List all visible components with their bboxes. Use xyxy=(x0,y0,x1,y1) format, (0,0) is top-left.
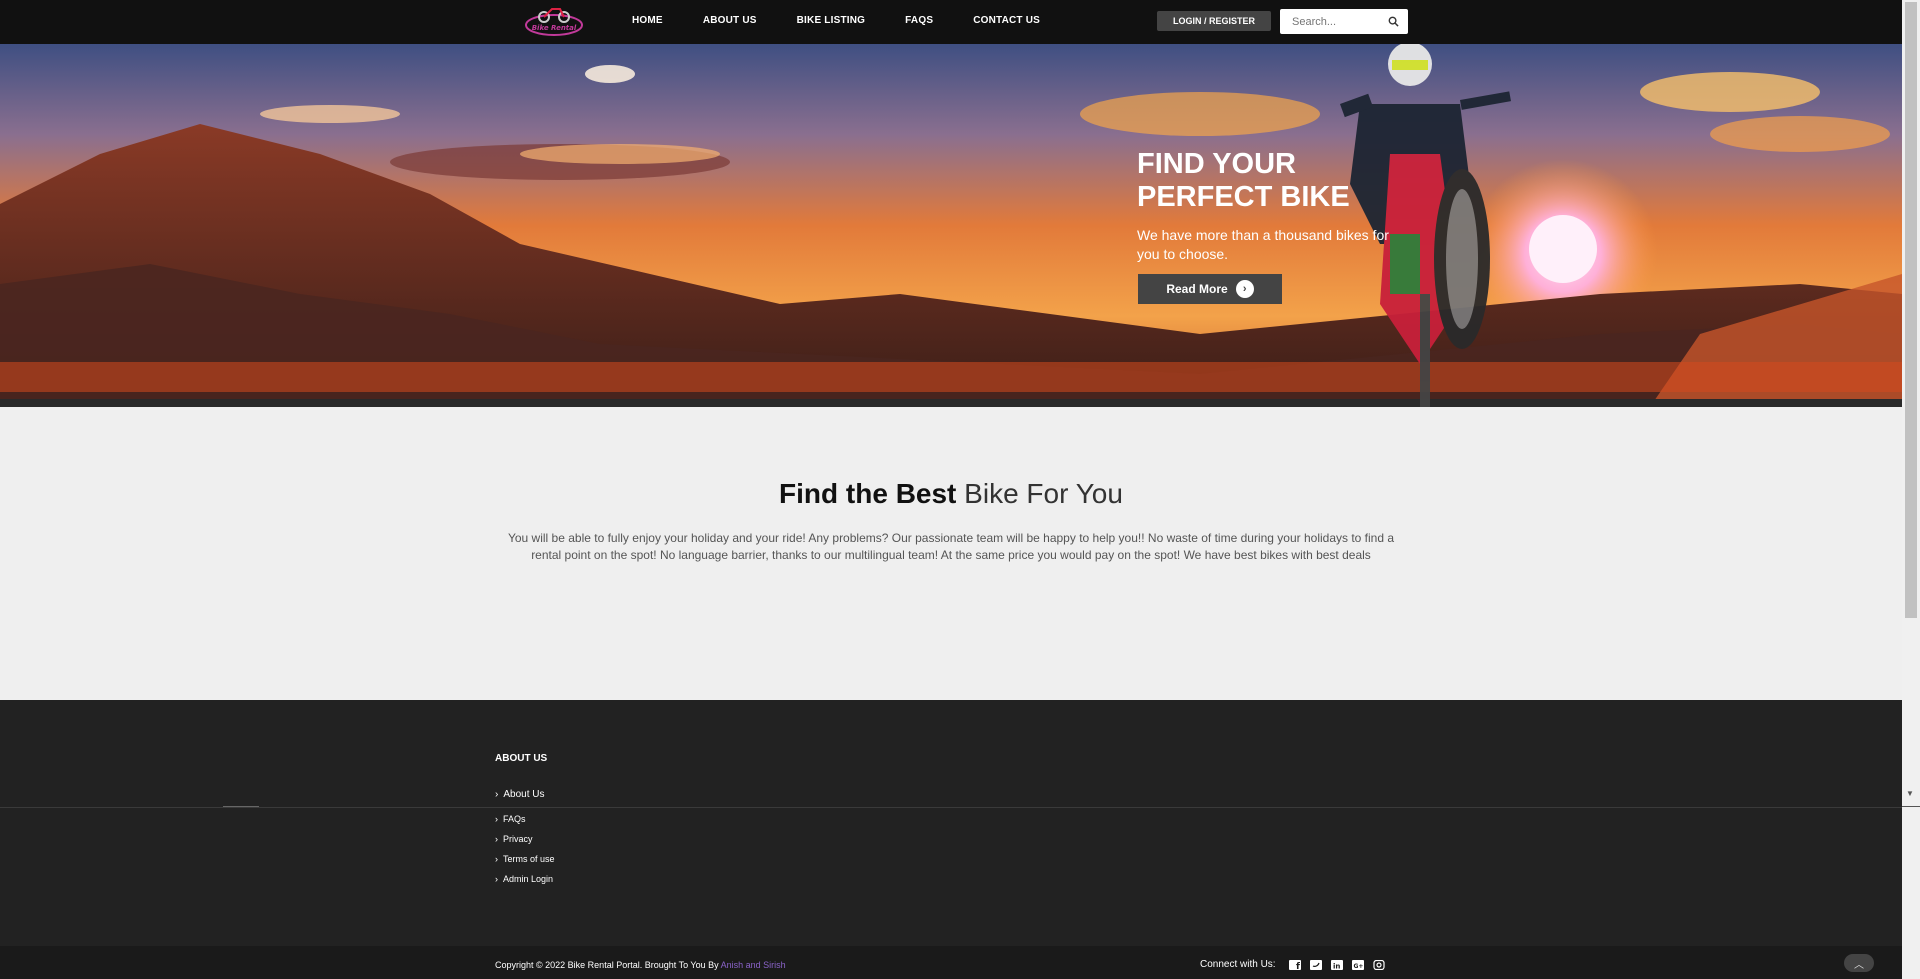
footer: ABOUT US About Us FAQs Privacy Terms of … xyxy=(0,700,1902,946)
section-title-light: Bike For You xyxy=(964,478,1123,509)
section-description: You will be able to fully enjoy your hol… xyxy=(507,531,1395,562)
copyright: Copyright © 2022 Bike Rental Portal. Bro… xyxy=(495,960,786,970)
login-register-button[interactable]: LOGIN / REGISTER xyxy=(1157,11,1271,31)
footer-divider-accent xyxy=(223,806,259,807)
footer-bottom-bar: Copyright © 2022 Bike Rental Portal. Bro… xyxy=(0,946,1902,979)
hero-banner: FIND YOUR PERFECT BIKE We have more than… xyxy=(0,44,1902,407)
footer-link-faqs[interactable]: FAQs xyxy=(495,814,555,826)
copyright-text: Copyright © 2022 Bike Rental Portal. Bro… xyxy=(495,960,719,970)
logo[interactable]: Bike Rental xyxy=(522,3,586,39)
nav-home[interactable]: HOME xyxy=(632,15,663,26)
search-icon[interactable] xyxy=(1388,16,1399,27)
nav-about-us[interactable]: ABOUT US xyxy=(703,15,757,26)
footer-links: About Us FAQs Privacy Terms of use Admin… xyxy=(495,789,555,894)
read-more-button[interactable]: Read More › xyxy=(1138,274,1282,304)
footer-link-about-us[interactable]: About Us xyxy=(495,789,555,801)
nav-faqs[interactable]: FAQS xyxy=(905,15,933,26)
back-to-top-button[interactable]: ︿ xyxy=(1844,954,1874,972)
google-plus-icon[interactable]: G+ xyxy=(1351,959,1364,970)
read-more-label: Read More xyxy=(1166,282,1228,296)
arrow-circle-icon: › xyxy=(1235,280,1254,298)
connect-label: Connect with Us: xyxy=(1200,959,1276,970)
linkedin-icon[interactable]: in xyxy=(1330,959,1343,970)
nav-menu: HOME ABOUT US BIKE LISTING FAQS CONTACT … xyxy=(632,0,1080,40)
scrollbar-thumb[interactable] xyxy=(1905,2,1917,618)
search-box xyxy=(1280,9,1408,34)
twitter-icon[interactable] xyxy=(1309,959,1322,970)
top-navbar: Bike Rental HOME ABOUT US BIKE LISTING F… xyxy=(0,0,1902,44)
facebook-icon[interactable]: f xyxy=(1288,959,1301,970)
svg-text:Bike Rental: Bike Rental xyxy=(532,24,577,32)
nav-contact-us[interactable]: CONTACT US xyxy=(973,15,1040,26)
section-title: Find the Best Bike For You xyxy=(0,478,1902,510)
chevron-up-icon: ︿ xyxy=(1854,959,1864,971)
scrollbar-divider xyxy=(1902,806,1920,807)
svg-text:G+: G+ xyxy=(1353,963,1363,970)
hero-title: FIND YOUR PERFECT BIKE xyxy=(1137,148,1350,213)
hero-background-image xyxy=(0,44,1902,407)
footer-heading: ABOUT US xyxy=(495,753,548,764)
nav-bike-listing[interactable]: BIKE LISTING xyxy=(797,15,866,26)
search-input[interactable] xyxy=(1280,9,1380,34)
svg-text:f: f xyxy=(1296,962,1300,970)
svg-text:in: in xyxy=(1333,962,1340,970)
scroll-down-arrow-icon[interactable]: ▼ xyxy=(1904,789,1916,803)
scrollbar[interactable] xyxy=(1902,0,1920,979)
footer-link-privacy[interactable]: Privacy xyxy=(495,834,555,846)
section-title-bold: Find the Best xyxy=(779,478,957,509)
social-connect: Connect with Us: f in G+ xyxy=(1200,959,1385,970)
footer-link-admin-login[interactable]: Admin Login xyxy=(495,874,555,886)
footer-divider xyxy=(0,807,1902,808)
footer-link-terms[interactable]: Terms of use xyxy=(495,854,555,866)
authors-link[interactable]: Anish and Sirish xyxy=(721,960,786,970)
hero-subtitle: We have more than a thousand bikes for y… xyxy=(1137,227,1389,262)
instagram-icon[interactable] xyxy=(1372,959,1385,970)
